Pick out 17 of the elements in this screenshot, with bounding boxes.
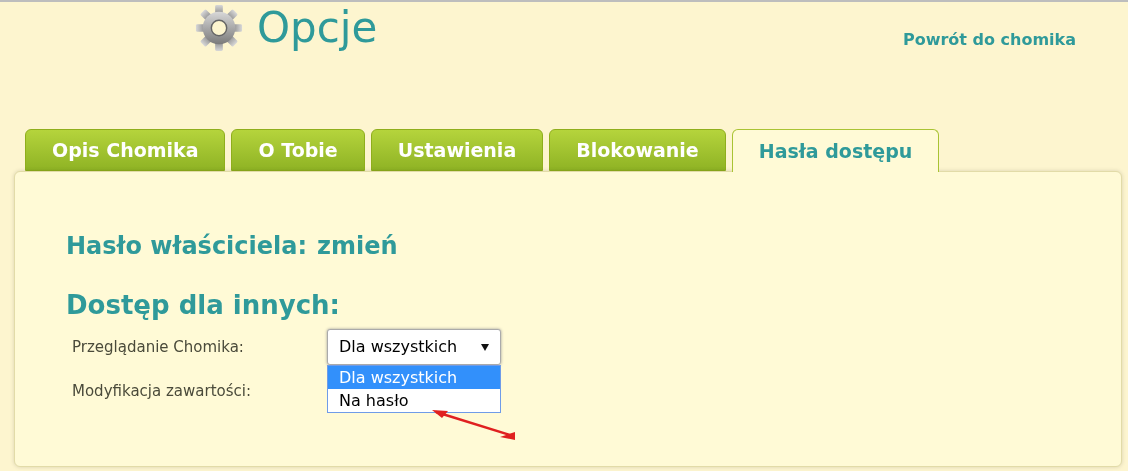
tab[interactable]: Hasła dostępu xyxy=(731,129,940,172)
tab[interactable]: Opis Chomika xyxy=(25,129,226,171)
setting-label: Przeglądanie Chomika: xyxy=(72,336,245,358)
caret-icon xyxy=(481,343,489,351)
tab[interactable]: Blokowanie xyxy=(549,129,726,171)
setting-label: Modyfikacja zawartości: xyxy=(72,380,252,402)
page-title: Opcje xyxy=(257,3,378,53)
tab[interactable]: Ustawienia xyxy=(370,129,544,171)
dropdown-option[interactable]: Dla wszystkich xyxy=(328,366,500,389)
dropdown-option[interactable]: Na hasło xyxy=(328,389,500,412)
back-link[interactable]: Powrót do chomika xyxy=(902,28,1076,52)
change-password-link[interactable]: zmień xyxy=(317,228,398,264)
tab[interactable]: O Tobie xyxy=(231,129,365,171)
access-heading: Dostęp dla innych: xyxy=(66,289,341,322)
gear-icon xyxy=(195,4,243,52)
access-select[interactable]: Dla wszystkich xyxy=(327,329,501,365)
owner-password-label: Hasło właściciela: xyxy=(66,231,308,262)
